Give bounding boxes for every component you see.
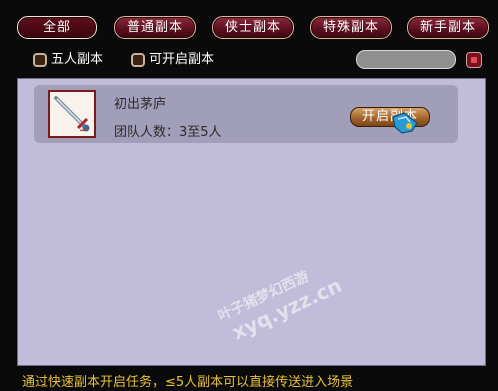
openable-label: 可开启副本 — [149, 52, 215, 67]
filter-five-person[interactable]: 五人副本 — [33, 51, 103, 69]
tab-newbie-dungeon[interactable]: 新手副本 — [407, 16, 489, 39]
tab-special-dungeon[interactable]: 特殊副本 — [310, 16, 392, 39]
footer-hint: 通过快速副本开启任务，≤5人副本可以直接传送进入场景 — [22, 375, 354, 390]
openable-checkbox[interactable] — [131, 53, 145, 67]
tab-hero-dungeon[interactable]: 侠士副本 — [212, 16, 294, 39]
sword-icon — [48, 90, 96, 138]
five-person-checkbox[interactable] — [33, 53, 47, 67]
tab-all[interactable]: 全部 — [17, 16, 97, 39]
filter-openable[interactable]: 可开启副本 — [131, 51, 214, 69]
hand-cursor-icon — [390, 111, 420, 137]
five-person-label: 五人副本 — [51, 52, 104, 67]
dungeon-list: 初出茅庐 团队人数：3至5人 开启副本 叶子猪梦幻西游 xyq.yzz.cn — [17, 78, 486, 366]
tab-normal-dungeon[interactable]: 普通副本 — [114, 16, 196, 39]
search-input[interactable] — [356, 50, 456, 69]
dungeon-name: 初出茅庐 — [114, 97, 167, 112]
dungeon-window: 全部 普通副本 侠士副本 特殊副本 新手副本 五人副本 可开启副本 初出茅庐 团… — [0, 0, 498, 391]
list-item: 初出茅庐 团队人数：3至5人 开启副本 — [34, 85, 458, 143]
watermark: 叶子猪梦幻西游 xyq.yzz.cn — [215, 255, 346, 347]
search-button-icon[interactable] — [466, 52, 482, 68]
team-size-info: 团队人数：3至5人 — [114, 125, 222, 140]
